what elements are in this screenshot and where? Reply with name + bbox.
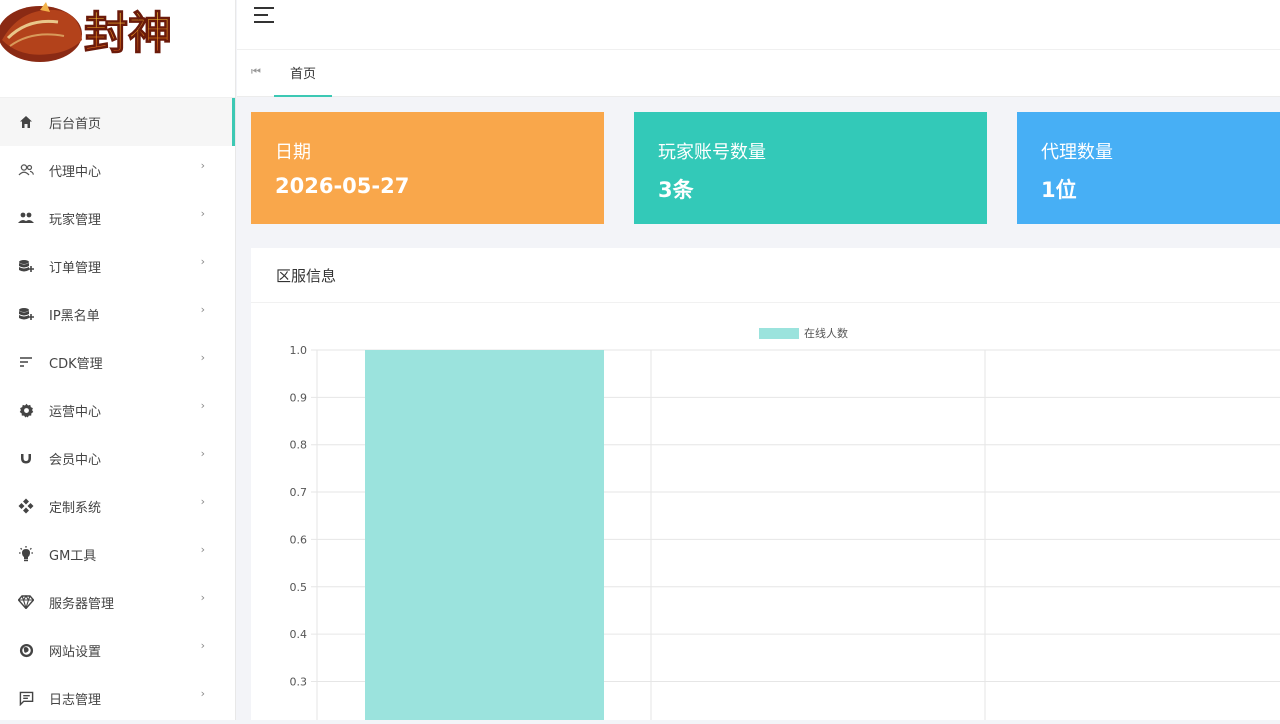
- y-tick-label: 0.7: [290, 486, 308, 499]
- tab-bar: ⏮ 首页: [237, 50, 1280, 97]
- database-plus-icon: [18, 258, 34, 274]
- sidebar-item[interactable]: GM工具 ›: [0, 530, 235, 578]
- people-icon: [18, 210, 34, 226]
- chevron-right-icon: ›: [200, 687, 205, 700]
- sidebar-item-label: CDK管理: [49, 356, 103, 372]
- menu-toggle-icon[interactable]: [254, 7, 274, 23]
- chevron-right-icon: ›: [200, 159, 205, 172]
- bulb-icon: [18, 546, 34, 562]
- agents-card-value: 1位: [1041, 178, 1077, 202]
- sidebar-item-label: 运营中心: [49, 404, 102, 420]
- panel-title: 区服信息: [251, 248, 1280, 303]
- players-card-label: 玩家账号数量: [658, 142, 766, 163]
- y-tick-label: 1.0: [290, 344, 308, 357]
- home-icon: [18, 114, 34, 130]
- y-tick-label: 0.8: [290, 439, 308, 452]
- sidebar-item[interactable]: 运营中心 ›: [0, 386, 235, 434]
- sidebar-item-label: IP黑名单: [49, 308, 100, 324]
- date-card-label: 日期: [275, 142, 311, 163]
- sort-lines-icon: [18, 354, 34, 370]
- players-card: 玩家账号数量 3条: [634, 112, 987, 224]
- sidebar-item[interactable]: 后台首页: [0, 98, 235, 146]
- tab-home[interactable]: 首页: [274, 50, 332, 97]
- sidebar-item-label: 订单管理: [49, 260, 102, 276]
- database-plus-icon: [18, 306, 34, 322]
- sidebar-item-label: 网站设置: [49, 644, 102, 660]
- y-tick-label: 0.9: [290, 391, 308, 404]
- chevron-right-icon: ›: [200, 303, 205, 316]
- sidebar-item[interactable]: 订单管理 ›: [0, 242, 235, 290]
- online-players-chart: 1.0 0.9 0.8 0.7 0.6 0.5 0.4 0.3 在线人数: [290, 326, 1280, 720]
- bar: [365, 350, 604, 720]
- sidebar-item-label: 服务器管理: [49, 596, 115, 612]
- chevron-right-icon: ›: [200, 543, 205, 556]
- sidebar-item[interactable]: CDK管理 ›: [0, 338, 235, 386]
- logo-image: 封神: [0, 2, 173, 62]
- logo-text: 封神: [84, 8, 172, 59]
- chevron-right-icon: ›: [200, 399, 205, 412]
- y-tick-label: 0.3: [290, 675, 308, 688]
- gear-icon: [18, 402, 34, 418]
- magnet-icon: [18, 450, 34, 466]
- sidebar-item-label: 定制系统: [49, 500, 102, 516]
- message-icon: [18, 690, 34, 706]
- chevron-right-icon: ›: [200, 447, 205, 460]
- sidebar-menu: 后台首页 代理中心 › 玩家管理 › 订单管理 › IP黑名单 › CDK管理 › 运营中心 › 会员中心…: [0, 98, 235, 720]
- chevron-right-icon: ›: [200, 351, 205, 364]
- sidebar: 封神 后台首页 代理中心 › 玩家管理 › 订单管理 › IP黑名单 › CDK管理 › 运营中心 › 会…: [0, 0, 236, 720]
- agents-card: 代理数量 1位: [1017, 112, 1280, 224]
- sidebar-item[interactable]: 网站设置 ›: [0, 626, 235, 674]
- y-tick-label: 0.4: [290, 628, 308, 641]
- sidebar-item-label: GM工具: [49, 548, 97, 564]
- sidebar-item-label: 日志管理: [49, 692, 102, 708]
- agents-card-label: 代理数量: [1041, 142, 1113, 163]
- chart-area: 1.0 0.9 0.8 0.7 0.6 0.5 0.4 0.3 在线人数: [251, 303, 1280, 720]
- date-card-value: 2026-05-27: [275, 174, 410, 198]
- y-tick-label: 0.5: [290, 581, 308, 594]
- diamond-grid-icon: [18, 498, 34, 514]
- chevron-right-icon: ›: [200, 255, 205, 268]
- sidebar-item-label: 后台首页: [49, 116, 102, 132]
- globe-icon: [18, 642, 34, 658]
- chevron-right-icon: ›: [200, 495, 205, 508]
- sidebar-item[interactable]: 玩家管理 ›: [0, 194, 235, 242]
- sidebar-item[interactable]: 服务器管理 ›: [0, 578, 235, 626]
- server-info-panel: 区服信息 1.0 0.9 0.8 0.7 0.6 0.5 0.4 0.3 在线人数: [251, 248, 1280, 720]
- sidebar-item[interactable]: 代理中心 ›: [0, 146, 235, 194]
- sidebar-item-label: 代理中心: [49, 164, 102, 180]
- logo[interactable]: 封神: [0, 0, 235, 98]
- gem-icon: [18, 594, 34, 610]
- sidebar-item[interactable]: 日志管理 ›: [0, 674, 235, 720]
- legend-label: 在线人数: [804, 326, 848, 340]
- skip-back-icon[interactable]: ⏮: [251, 65, 261, 79]
- sidebar-item[interactable]: IP黑名单 ›: [0, 290, 235, 338]
- sidebar-item-label: 会员中心: [49, 452, 102, 468]
- players-card-value: 3条: [658, 178, 694, 202]
- sidebar-item[interactable]: 会员中心 ›: [0, 434, 235, 482]
- sidebar-item[interactable]: 定制系统 ›: [0, 482, 235, 530]
- y-tick-label: 0.6: [290, 533, 308, 546]
- users-outline-icon: [18, 162, 34, 178]
- sidebar-item-label: 玩家管理: [49, 212, 102, 228]
- chevron-right-icon: ›: [200, 591, 205, 604]
- chevron-right-icon: ›: [200, 207, 205, 220]
- date-card: 日期 2026-05-27: [251, 112, 604, 224]
- legend-swatch: [759, 328, 799, 339]
- chevron-right-icon: ›: [200, 639, 205, 652]
- top-bar: [237, 0, 1280, 50]
